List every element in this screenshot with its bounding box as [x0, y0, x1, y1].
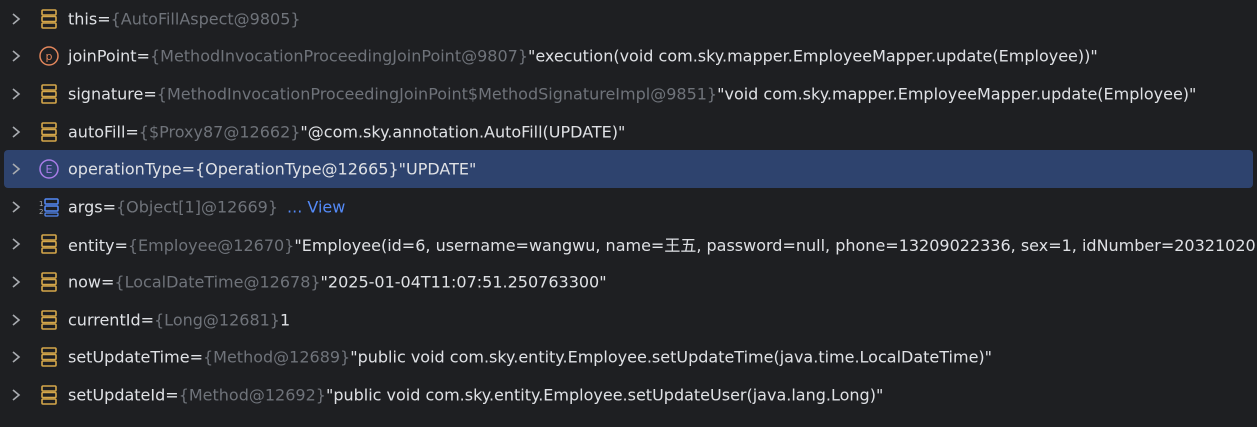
field-icon — [38, 233, 60, 255]
variable-type: {Employee@12670} — [127, 236, 295, 256]
view-link[interactable]: ... View — [287, 197, 345, 216]
variable-type: {AutoFillAspect@9805} — [110, 9, 301, 29]
equals-sign: = — [140, 310, 154, 330]
chevron-right-icon[interactable] — [10, 351, 22, 363]
variable-name: currentId — [68, 310, 141, 330]
variable-row-entity[interactable]: entity = {Employee@12670} "Employee(id=6… — [0, 226, 1257, 264]
variable-row-operationtype[interactable]: E operationType = {OperationType@12665} … — [4, 150, 1253, 188]
variable-name: setUpdateId — [68, 385, 166, 405]
variable-type: {Method@12692} — [178, 385, 326, 405]
variable-name: setUpdateTime — [68, 347, 190, 367]
field-icon — [38, 384, 60, 406]
variable-name: now — [68, 272, 102, 292]
chevron-right-icon[interactable] — [10, 201, 22, 213]
variable-value: "Employee(id=6, username=wangwu, name=王五… — [294, 236, 1256, 256]
variable-value: "@com.sky.annotation.AutoFill(UPDATE)" — [300, 122, 626, 142]
equals-sign: = — [101, 272, 115, 292]
field-icon — [38, 309, 60, 331]
svg-text:E: E — [46, 163, 53, 176]
variable-type: {Long@12681} — [154, 310, 280, 330]
chevron-right-icon[interactable] — [10, 163, 22, 175]
variable-value: 1 — [279, 310, 291, 330]
chevron-right-icon[interactable] — [10, 13, 22, 25]
field-icon — [38, 83, 60, 105]
variable-row-setupdateid[interactable]: setUpdateId = {Method@12692} "public voi… — [0, 376, 1257, 414]
field-icon — [38, 8, 60, 30]
array-icon: 12 — [38, 196, 60, 218]
variable-row-args[interactable]: 12 args = {Object[1]@12669} ... View — [0, 188, 1257, 226]
variable-name: signature — [68, 84, 144, 104]
variable-row-signature[interactable]: signature = {MethodInvocationProceedingJ… — [0, 75, 1257, 113]
variable-name: joinPoint — [68, 46, 137, 66]
variable-value: "UPDATE" — [398, 159, 477, 179]
variable-type: {$Proxy87@12662} — [138, 122, 301, 142]
variable-name: entity — [68, 236, 115, 256]
variable-name: autoFill — [68, 122, 126, 142]
field-icon — [38, 271, 60, 293]
equals-sign: = — [189, 347, 203, 367]
variable-row-currentid[interactable]: currentId = {Long@12681} 1 — [0, 301, 1257, 339]
equals-sign: = — [136, 46, 150, 66]
variable-value: "public void com.sky.entity.Employee.set… — [325, 385, 884, 405]
field-icon — [38, 346, 60, 368]
variable-type: {MethodInvocationProceedingJoinPoint$Met… — [156, 84, 718, 104]
svg-text:2: 2 — [39, 208, 43, 216]
chevron-right-icon[interactable] — [10, 50, 22, 63]
variable-type: {Method@12689} — [202, 347, 351, 367]
variable-type: {OperationType@12665} — [194, 159, 399, 179]
variable-value: "void com.sky.mapper.EmployeeMapper.upda… — [717, 84, 1197, 104]
equals-sign: = — [181, 159, 195, 179]
variable-type: {LocalDateTime@12678} — [114, 272, 321, 292]
equals-sign: = — [102, 197, 116, 217]
equals-sign: = — [143, 84, 157, 104]
svg-text:p: p — [46, 50, 53, 63]
chevron-right-icon[interactable] — [10, 238, 22, 250]
equals-sign: = — [97, 9, 111, 29]
field-icon — [38, 121, 60, 143]
variable-type: {Object[1]@12669} — [116, 197, 279, 217]
variable-row-autofill[interactable]: autoFill = {$Proxy87@12662} "@com.sky.an… — [0, 113, 1257, 151]
variable-name: this — [68, 9, 98, 29]
parameter-p-icon: p — [38, 45, 60, 67]
chevron-right-icon[interactable] — [10, 389, 22, 401]
variable-value: "2025-01-04T11:07:51.250763300" — [320, 272, 607, 292]
variable-row-this[interactable]: this = {AutoFillAspect@9805} — [0, 0, 1257, 38]
variable-row-now[interactable]: now = {LocalDateTime@12678} "2025-01-04T… — [0, 263, 1257, 301]
chevron-right-icon[interactable] — [10, 125, 22, 138]
variable-value: "public void com.sky.entity.Employee.set… — [350, 347, 993, 367]
variable-row-joinpoint[interactable]: p joinPoint = {MethodInvocationProceedin… — [0, 38, 1257, 76]
variable-name: args — [68, 197, 103, 217]
variable-name: operationType — [68, 159, 182, 179]
equals-sign: = — [165, 385, 179, 405]
chevron-right-icon[interactable] — [10, 88, 22, 100]
variable-type: {MethodInvocationProceedingJoinPoint@980… — [149, 46, 528, 66]
debugger-variables-panel: this = {AutoFillAspect@9805} p joinPoint… — [0, 0, 1257, 427]
chevron-right-icon[interactable] — [10, 313, 22, 326]
variable-row-setupdatetime[interactable]: setUpdateTime = {Method@12689} "public v… — [0, 338, 1257, 376]
enum-e-icon: E — [38, 158, 60, 180]
svg-text:1: 1 — [39, 200, 43, 208]
equals-sign: = — [125, 122, 139, 142]
chevron-right-icon[interactable] — [10, 276, 22, 288]
equals-sign: = — [114, 236, 128, 256]
variable-value: "execution(void com.sky.mapper.EmployeeM… — [528, 46, 1098, 66]
